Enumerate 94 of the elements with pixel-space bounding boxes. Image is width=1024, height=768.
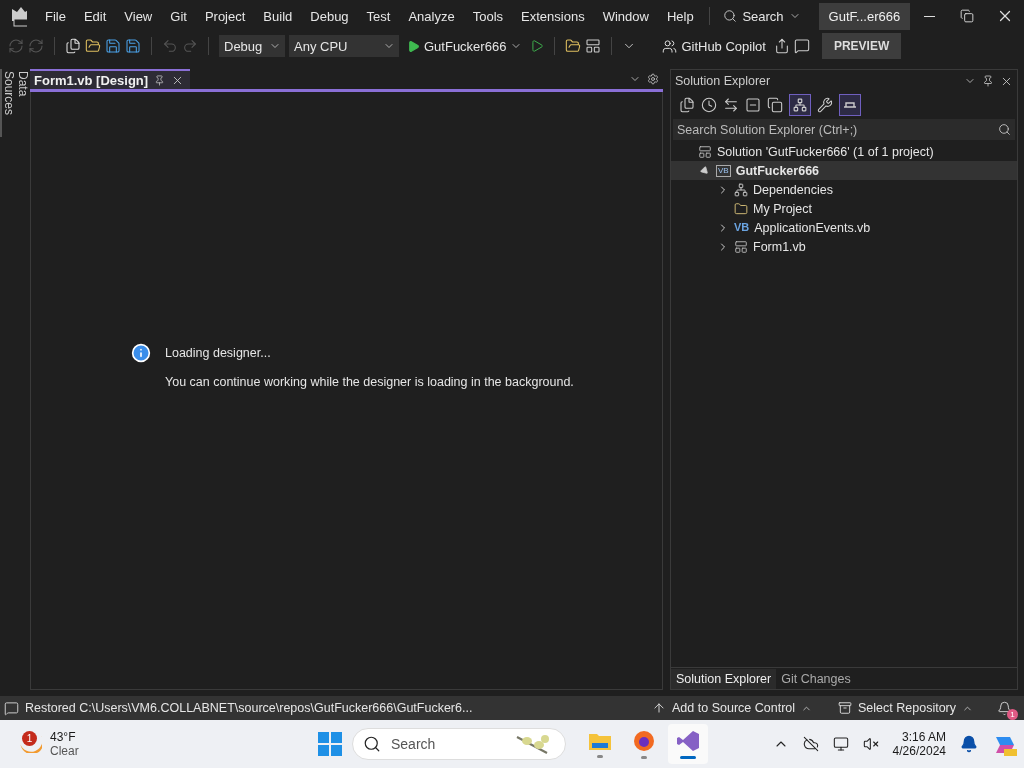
browser-icon	[633, 729, 655, 752]
pin-icon[interactable]	[154, 74, 166, 86]
preview-toggle[interactable]	[839, 93, 861, 116]
panel-title: Solution Explorer	[675, 74, 772, 88]
play-icon	[407, 39, 420, 53]
tree-item-label: Solution 'GutFucker666' (1 of 1 project)	[717, 144, 934, 159]
panel-tab[interactable]: Git Changes	[776, 668, 856, 689]
cloud-off-icon[interactable]	[802, 736, 819, 752]
menu-item[interactable]: Analyze	[399, 8, 464, 24]
save-icon[interactable]	[105, 38, 121, 54]
start-icon[interactable]	[318, 732, 342, 756]
search-icon	[363, 735, 381, 753]
tree-item[interactable]: Solution 'GutFucker666' (1 of 1 project)	[671, 142, 1017, 161]
configuration-dropdown[interactable]: Debug	[219, 35, 285, 57]
muted-speaker-icon[interactable]	[862, 736, 879, 752]
search-icon	[723, 9, 738, 23]
menu-item[interactable]: Project	[195, 8, 255, 24]
solution-name-badge[interactable]: GutF...er666	[818, 2, 911, 30]
info-icon	[131, 343, 151, 363]
sync-icon[interactable]	[723, 96, 739, 113]
tree-item-label: ApplicationEvents.vb	[754, 220, 871, 235]
document-tab[interactable]: Form1.vb [Design]	[30, 69, 191, 89]
tree-item[interactable]: VB ApplicationEvents.vb	[671, 218, 1017, 237]
menu-item[interactable]: File	[35, 8, 75, 24]
tree-item-label: Form1.vb	[753, 239, 806, 254]
tree-item[interactable]: Form1.vb	[671, 237, 1017, 256]
taskbar-app[interactable]	[668, 724, 708, 764]
switch-views-icon[interactable]	[679, 96, 695, 113]
restore-icon	[960, 9, 975, 23]
menu-item[interactable]: Edit	[74, 8, 116, 24]
new-item-icon[interactable]	[65, 38, 81, 54]
menu-item[interactable]: Test	[357, 8, 400, 24]
save-all-icon[interactable]	[125, 38, 141, 54]
message-icon	[4, 700, 19, 716]
wrench-icon[interactable]	[817, 96, 833, 113]
run-without-debug-icon[interactable]	[530, 39, 545, 53]
app-logo	[10, 5, 27, 27]
arrow-up-icon	[652, 701, 667, 715]
temperature: 43°F	[50, 730, 77, 744]
show-all-files-icon[interactable]	[767, 96, 783, 113]
form-icon	[734, 239, 748, 254]
minimize-icon	[923, 15, 935, 17]
expanded-arrow-icon[interactable]	[699, 164, 711, 177]
tree-item-label: Dependencies	[753, 182, 833, 197]
tree-item[interactable]: VB GutFucker666	[671, 161, 1017, 180]
clock[interactable]: 3:16 AM 4/26/2024	[892, 730, 946, 758]
pending-changes-icon[interactable]	[701, 96, 717, 113]
preview-icon	[843, 101, 857, 108]
bell-icon[interactable]	[960, 735, 978, 753]
share-icon[interactable]	[773, 38, 790, 54]
tree-item-label: GutFucker666	[735, 163, 820, 178]
collapse-all-icon[interactable]	[745, 96, 761, 113]
vb-file-icon: VB	[734, 222, 750, 233]
search-button[interactable]: Search	[715, 8, 809, 24]
repository-icon	[838, 701, 853, 715]
menu-item[interactable]: View	[115, 8, 162, 24]
studio-icon	[676, 729, 700, 752]
search-field[interactable]: Search Solution Explorer (Ctrl+;)	[673, 119, 1015, 140]
menu-item[interactable]: Debug	[301, 8, 358, 24]
repository-button[interactable]: Select Repository	[828, 701, 983, 715]
search-icon	[998, 123, 1011, 136]
open-folder-icon[interactable]	[85, 38, 101, 54]
weather-badge: 1	[22, 731, 37, 746]
menu-item[interactable]: Build	[254, 8, 302, 24]
loading-message: You can continue working while the designer is loading in the background.	[165, 375, 575, 389]
tree-item-label: My Project	[753, 201, 813, 216]
project-icon: VB	[716, 164, 731, 177]
filter-toggle[interactable]	[789, 93, 811, 116]
pin-icon[interactable]	[982, 75, 994, 87]
tree-item[interactable]: Dependencies	[671, 180, 1017, 199]
taskbar-search[interactable]: Search	[352, 728, 566, 760]
copilot-button[interactable]: GitHub Copilot	[658, 38, 770, 54]
menu-item[interactable]: Window	[593, 8, 658, 24]
weather-condition: Clear	[50, 744, 79, 758]
start-button[interactable]: GutFucker666	[403, 38, 527, 54]
notification-icon[interactable]	[997, 700, 1012, 716]
panel-tab[interactable]: Solution Explorer	[671, 668, 777, 689]
feedback-icon[interactable]	[793, 38, 810, 54]
menu-item[interactable]: Help	[657, 8, 703, 24]
source-control-button[interactable]: Add to Source Control	[642, 701, 823, 715]
preview-button[interactable]: PREVIEW	[821, 33, 902, 59]
menu-item[interactable]: Git	[161, 8, 196, 24]
window-icon[interactable]	[585, 38, 602, 54]
notification-count: 1	[1007, 708, 1018, 720]
solution-icon	[698, 144, 712, 159]
settings-icon[interactable]	[647, 73, 659, 85]
menu-item[interactable]: Extensions	[512, 8, 594, 24]
network-icon[interactable]	[832, 736, 849, 752]
loading-title: Loading designer...	[165, 346, 271, 360]
menu-item[interactable]: Tools	[463, 8, 513, 24]
tree-item[interactable]: My Project	[671, 199, 1017, 218]
platform-dropdown[interactable]: Any CPU	[289, 35, 399, 57]
status-message: Restored C:\Users\VM6.COLLABNET\source\repos\GutFucker666\GutFucker6...	[25, 701, 474, 715]
dependencies-icon	[734, 182, 748, 197]
